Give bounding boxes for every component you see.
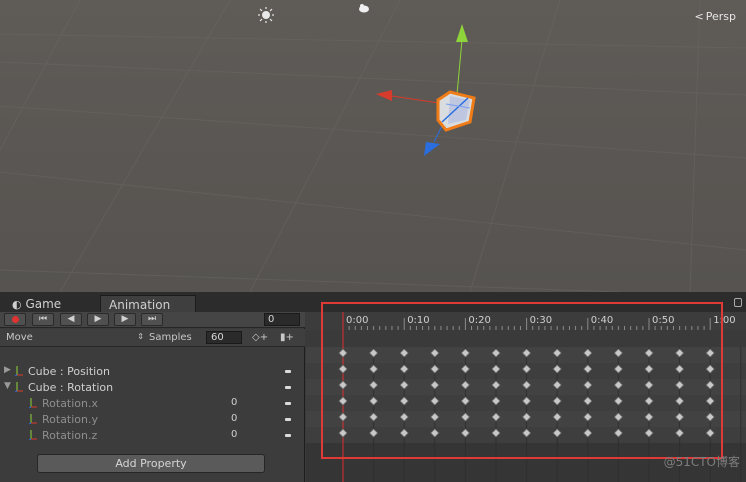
time-label: 0:10 — [407, 315, 429, 326]
game-controller-icon: ◐ — [12, 298, 22, 311]
transform-axes-icon — [15, 366, 23, 376]
tab-animation-label: Animation — [109, 298, 171, 312]
view-mode-label: Persp — [705, 10, 736, 23]
next-key-button[interactable]: ▶ — [114, 313, 136, 326]
property-menu-icon[interactable] — [285, 434, 291, 437]
property-menu-icon[interactable] — [285, 370, 291, 373]
property-value[interactable]: 0 — [231, 413, 237, 424]
property-row-rotation-z[interactable]: Rotation.z 0 — [0, 427, 305, 443]
record-icon — [11, 316, 19, 323]
lock-icon[interactable] — [734, 298, 742, 307]
play-button[interactable]: ▶ — [87, 313, 109, 326]
go-to-end-icon: ⏭ — [147, 314, 157, 324]
property-row-position[interactable]: ▶ Cube : Position — [0, 363, 305, 379]
property-label: Rotation.y — [42, 413, 99, 426]
time-label: 0:30 — [530, 315, 552, 326]
tab-game-label: Game — [25, 297, 62, 311]
previous-key-icon: ◀ — [67, 314, 75, 324]
samples-field[interactable]: 60 — [206, 331, 242, 344]
clip-row: Move ⇕ Samples 60 ◇+ ▮+ — [0, 329, 305, 347]
property-value[interactable]: 0 — [231, 429, 237, 440]
animation-property-panel: ⏮ ◀ ▶ ▶ ⏭ 0 Move ⇕ Samples 60 ◇+ ▮+ ▶ Cu… — [0, 312, 305, 482]
go-to-end-button[interactable]: ⏭ — [141, 313, 163, 326]
time-label: 0:50 — [652, 315, 674, 326]
play-icon: ▶ — [94, 314, 102, 324]
time-label: 0:40 — [591, 315, 613, 326]
transform-axes-icon — [29, 398, 37, 408]
next-key-icon: ▶ — [121, 314, 129, 324]
perspective-icon: < — [694, 10, 704, 23]
property-menu-icon[interactable] — [285, 418, 291, 421]
time-label: 1:00 — [713, 315, 735, 326]
add-property-button[interactable]: Add Property — [37, 454, 265, 473]
transform-axes-icon — [15, 382, 23, 392]
watermark: @51CTO博客 — [663, 455, 740, 469]
clip-name: Move — [6, 332, 33, 343]
time-label: 0:00 — [346, 315, 368, 326]
property-row-rotation[interactable]: ▼ Cube : Rotation — [0, 379, 305, 395]
record-button[interactable] — [4, 313, 26, 326]
event-row — [306, 330, 746, 347]
tab-animation[interactable]: Animation — [100, 295, 196, 312]
playback-controls: ⏮ ◀ ▶ ▶ ⏭ 0 — [0, 312, 305, 328]
property-menu-icon[interactable] — [285, 402, 291, 405]
perspective-toggle[interactable]: < Persp — [695, 10, 736, 23]
property-row-rotation-x[interactable]: Rotation.x 0 — [0, 395, 305, 411]
samples-label: Samples — [149, 332, 192, 343]
property-value[interactable]: 0 — [231, 397, 237, 408]
light-icon[interactable] — [359, 4, 369, 13]
property-label: Cube : Position — [28, 365, 110, 378]
add-keyframe-icon[interactable]: ◇+ — [252, 332, 268, 343]
property-label: Rotation.x — [42, 397, 99, 410]
collapsed-triangle-icon[interactable]: ▶ — [4, 365, 11, 375]
tab-game[interactable]: ◐ Game — [4, 295, 69, 312]
property-row-rotation-y[interactable]: Rotation.y 0 — [0, 411, 305, 427]
scene-grid — [0, 0, 746, 292]
cube-object[interactable] — [436, 90, 476, 132]
property-label: Rotation.z — [42, 429, 98, 442]
go-to-start-button[interactable]: ⏮ — [32, 313, 54, 326]
add-event-icon[interactable]: ▮+ — [280, 332, 294, 343]
expanded-triangle-icon[interactable]: ▼ — [4, 381, 11, 391]
previous-key-button[interactable]: ◀ — [60, 313, 82, 326]
sun-icon[interactable] — [258, 7, 274, 23]
clip-dropdown[interactable]: Move ⇕ — [6, 332, 144, 343]
frame-field[interactable]: 0 — [264, 313, 300, 326]
dropdown-arrow-icon: ⇕ — [137, 332, 144, 341]
property-label: Cube : Rotation — [28, 381, 114, 394]
time-label: 0:20 — [468, 315, 490, 326]
transform-axes-icon — [29, 414, 37, 424]
go-to-start-icon: ⏮ — [38, 314, 48, 324]
move-gizmo[interactable] — [376, 24, 468, 156]
property-menu-icon[interactable] — [285, 386, 291, 389]
tab-bar: ◐ Game Animation — [0, 292, 746, 312]
transform-axes-icon — [29, 430, 37, 440]
scene-view[interactable]: < Persp — [0, 0, 746, 292]
